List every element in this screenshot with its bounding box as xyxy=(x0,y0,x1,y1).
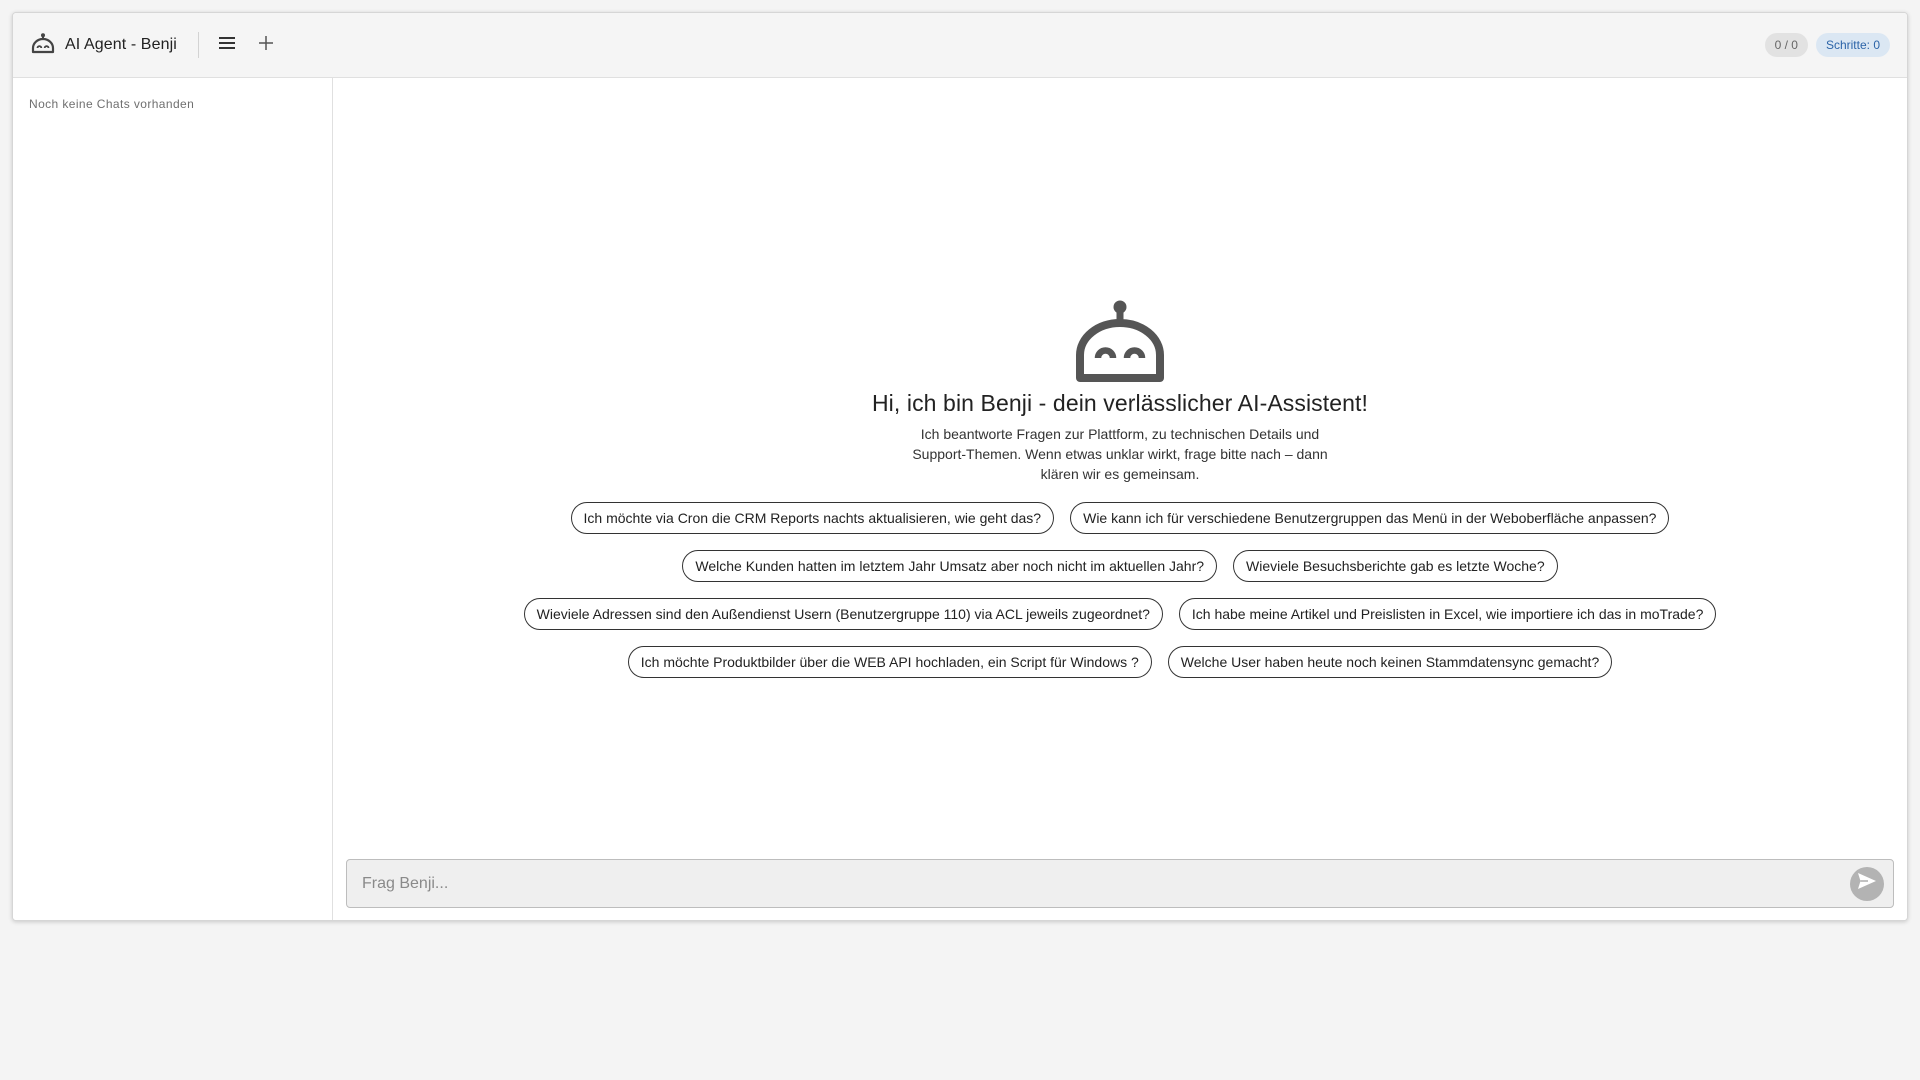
welcome-subtitle: Ich beantworte Fragen zur Plattform, zu … xyxy=(912,426,1328,482)
suggestion-chip[interactable]: Ich möchte via Cron die CRM Reports nach… xyxy=(570,502,1055,534)
suggestion-list: Ich möchte via Cron die CRM Reports nach… xyxy=(470,502,1770,678)
suggestion-chip[interactable]: Wieviele Besuchsberichte gab es letzte W… xyxy=(1233,550,1558,582)
message-composer xyxy=(346,859,1894,908)
new-chat-button[interactable] xyxy=(248,27,284,63)
app-window: AI Agent - Benji 0 / 0 Schritte: 0 Noch … xyxy=(12,12,1908,921)
send-icon xyxy=(1857,872,1877,895)
sidebar-empty-text: Noch keine Chats vorhanden xyxy=(29,97,195,111)
chat-history-sidebar: Noch keine Chats vorhanden xyxy=(13,78,333,920)
header-divider xyxy=(197,32,199,58)
robot-icon xyxy=(30,32,56,58)
message-counter-badge: 0 / 0 xyxy=(1764,33,1808,57)
suggestion-chip[interactable]: Wieviele Adressen sind den Außendienst U… xyxy=(523,598,1163,630)
plus-icon xyxy=(258,35,274,56)
welcome-title: Hi, ich bin Benji - dein verlässlicher A… xyxy=(871,390,1369,416)
app-title: AI Agent - Benji xyxy=(65,36,177,53)
header-status: 0 / 0 Schritte: 0 xyxy=(1764,33,1907,57)
brand: AI Agent - Benji xyxy=(13,13,177,77)
menu-button[interactable] xyxy=(209,27,245,63)
suggestion-chip[interactable]: Welche Kunden hatten im letztem Jahr Ums… xyxy=(682,550,1218,582)
app-header: AI Agent - Benji 0 / 0 Schritte: 0 xyxy=(13,13,1907,78)
suggestion-chip[interactable]: Wie kann ich für verschiedene Benutzergr… xyxy=(1070,502,1670,534)
steps-badge: Schritte: 0 xyxy=(1815,33,1890,57)
send-button[interactable] xyxy=(1850,866,1884,901)
suggestion-chip[interactable]: Ich möchte Produktbilder über die WEB AP… xyxy=(627,646,1152,678)
welcome-panel: Hi, ich bin Benji - dein verlässlicher A… xyxy=(333,293,1907,678)
robot-icon xyxy=(1072,293,1168,389)
menu-icon xyxy=(218,36,236,55)
chat-main: Hi, ich bin Benji - dein verlässlicher A… xyxy=(333,78,1907,920)
suggestion-chip[interactable]: Ich habe meine Artikel und Preislisten i… xyxy=(1178,598,1717,630)
suggestion-chip[interactable]: Welche User haben heute noch keinen Stam… xyxy=(1167,646,1613,678)
message-input[interactable] xyxy=(347,860,1850,907)
